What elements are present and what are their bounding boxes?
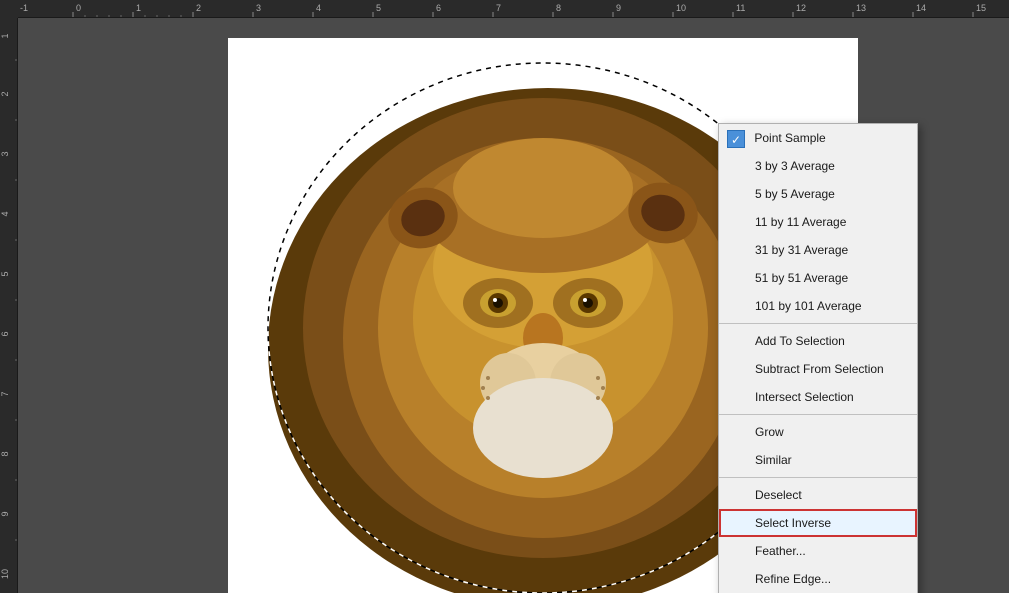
menu-item-5x5-average[interactable]: 5 by 5 Average [719, 180, 917, 208]
svg-text:3: 3 [0, 151, 10, 156]
svg-text:13: 13 [856, 3, 866, 13]
menu-item-11x11-average[interactable]: 11 by 11 Average [719, 208, 917, 236]
separator-3 [719, 477, 917, 478]
svg-text:4: 4 [316, 3, 321, 13]
canvas-area: ✓ Point Sample 3 by 3 Average 5 by 5 Ave… [18, 18, 1009, 593]
menu-item-deselect[interactable]: Deselect [719, 481, 917, 509]
svg-text:0: 0 [76, 3, 81, 13]
svg-text:2: 2 [0, 91, 10, 96]
menu-item-add-to-selection[interactable]: Add To Selection [719, 327, 917, 355]
menu-label-select-inverse: Select Inverse [755, 516, 831, 530]
svg-text:8: 8 [0, 451, 10, 456]
menu-label-deselect: Deselect [755, 488, 802, 502]
menu-label-11x11: 11 by 11 Average [755, 215, 846, 229]
svg-text:15: 15 [976, 3, 986, 13]
ruler-left: 1 2 3 4 5 6 7 8 9 10 [0, 0, 18, 593]
svg-text:8: 8 [556, 3, 561, 13]
ruler-top: -1 0 1 2 3 4 5 6 7 8 9 [0, 0, 1009, 18]
context-menu: ✓ Point Sample 3 by 3 Average 5 by 5 Ave… [718, 123, 918, 593]
svg-text:5: 5 [376, 3, 381, 13]
menu-item-point-sample[interactable]: ✓ Point Sample [719, 124, 917, 152]
svg-text:14: 14 [916, 3, 926, 13]
menu-label-refine-edge: Refine Edge... [755, 572, 831, 586]
separator-2 [719, 414, 917, 415]
menu-label-add-to-selection: Add To Selection [755, 334, 845, 348]
separator-1 [719, 323, 917, 324]
menu-label-5x5: 5 by 5 Average [755, 187, 835, 201]
menu-item-refine-edge[interactable]: Refine Edge... [719, 565, 917, 593]
menu-label-point-sample: Point Sample [754, 131, 825, 145]
menu-label-feather: Feather... [755, 544, 806, 558]
svg-text:6: 6 [0, 331, 10, 336]
menu-item-51x51-average[interactable]: 51 by 51 Average [719, 264, 917, 292]
svg-text:1: 1 [136, 3, 141, 13]
menu-label-31x31: 31 by 31 Average [755, 243, 848, 257]
menu-item-intersect-selection[interactable]: Intersect Selection [719, 383, 917, 411]
svg-text:9: 9 [616, 3, 621, 13]
menu-item-select-inverse[interactable]: Select Inverse [719, 509, 917, 537]
svg-text:1: 1 [0, 33, 10, 38]
svg-text:3: 3 [256, 3, 261, 13]
menu-item-31x31-average[interactable]: 31 by 31 Average [719, 236, 917, 264]
menu-item-subtract-from-selection[interactable]: Subtract From Selection [719, 355, 917, 383]
svg-text:-1: -1 [20, 3, 28, 13]
svg-text:10: 10 [676, 3, 686, 13]
svg-text:5: 5 [0, 271, 10, 276]
menu-label-intersect-selection: Intersect Selection [755, 390, 854, 404]
svg-text:7: 7 [0, 391, 10, 396]
menu-label-3x3: 3 by 3 Average [755, 159, 835, 173]
menu-item-3x3-average[interactable]: 3 by 3 Average [719, 152, 917, 180]
menu-label-101x101: 101 by 101 Average [755, 299, 862, 313]
svg-text:7: 7 [496, 3, 501, 13]
svg-text:2: 2 [196, 3, 201, 13]
menu-label-51x51: 51 by 51 Average [755, 271, 848, 285]
menu-item-feather[interactable]: Feather... [719, 537, 917, 565]
svg-text:10: 10 [0, 569, 10, 579]
menu-label-grow: Grow [755, 425, 784, 439]
menu-item-grow[interactable]: Grow [719, 418, 917, 446]
menu-item-101x101-average[interactable]: 101 by 101 Average [719, 292, 917, 320]
ruler-top-content: -1 0 1 2 3 4 5 6 7 8 9 [18, 0, 1009, 18]
check-icon: ✓ [727, 130, 745, 148]
menu-label-similar: Similar [755, 453, 792, 467]
svg-text:11: 11 [736, 3, 745, 13]
svg-text:12: 12 [796, 3, 806, 13]
svg-text:9: 9 [0, 511, 10, 516]
menu-item-similar[interactable]: Similar [719, 446, 917, 474]
svg-text:4: 4 [0, 211, 10, 216]
menu-label-subtract-from-selection: Subtract From Selection [755, 362, 884, 376]
svg-text:6: 6 [436, 3, 441, 13]
ruler-corner [0, 0, 18, 18]
